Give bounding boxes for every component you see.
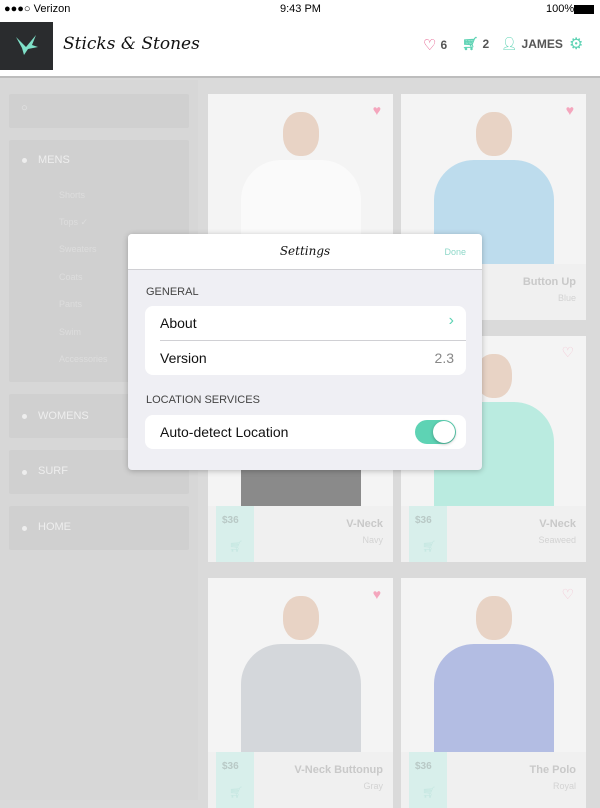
product-name: V-Neck Buttonup (294, 764, 383, 776)
product-price: $36 (415, 515, 432, 526)
version-label: Version (160, 350, 207, 366)
bullet-icon (22, 414, 27, 419)
auto-detect-toggle[interactable] (415, 420, 456, 444)
version-value: 2.3 (434, 350, 454, 366)
bird-logo-icon (15, 35, 38, 55)
product-name: V-Neck (346, 518, 383, 530)
favorites-button[interactable]: ♡ 6 (423, 36, 447, 54)
section-header-general: GENERAL (146, 286, 199, 298)
cart-icon: 🛒︎ (422, 541, 436, 553)
cart-count: 2 (482, 37, 490, 51)
battery-icon (574, 5, 594, 14)
subcategory-accessories[interactable]: Accessories (59, 354, 108, 364)
check-icon: ✓ (80, 217, 89, 227)
add-to-cart-button[interactable]: $36 🛒︎ (409, 506, 447, 562)
product-color: Royal (552, 781, 576, 791)
heart-icon[interactable]: ♥ (373, 586, 381, 602)
heart-icon[interactable]: ♥ (373, 102, 381, 118)
product-color: Navy (362, 535, 383, 545)
search-icon: ○ (21, 102, 28, 114)
gear-icon[interactable]: ⚙ (569, 34, 583, 54)
logo[interactable] (0, 22, 53, 70)
cart-icon: 🛒︎ (462, 36, 479, 51)
product-price: $36 (222, 761, 239, 772)
user-name: JAMES (521, 37, 563, 51)
product-card[interactable]: ♡ $36 🛒︎ The Polo Royal (401, 578, 586, 808)
favorites-count: 6 (440, 38, 448, 52)
about-label: About (160, 315, 197, 331)
product-card[interactable]: ♥ $36 🛒︎ V-Neck Buttonup Gray (208, 578, 393, 808)
app-header: Sticks & Stones ♡ 6 🛒︎ 2 👤︎ JAMES ⚙ (0, 20, 600, 78)
heart-icon: ♡ (423, 37, 437, 54)
product-name: The Polo (529, 764, 576, 776)
carrier: ●●●○ Verizon (4, 3, 71, 15)
auto-detect-row: Auto-detect Location (145, 415, 466, 449)
status-bar: ●●●○ Verizon 9:43 PM 100% (0, 0, 600, 20)
settings-modal: Settings Done GENERAL About › Version 2.… (128, 234, 482, 470)
product-color: Blue (557, 293, 576, 303)
subcategory-sweaters[interactable]: Sweaters (59, 244, 97, 254)
category-label: SURF (38, 465, 68, 477)
brand-name: Sticks & Stones (63, 34, 200, 54)
location-group: Auto-detect Location (145, 415, 466, 449)
about-row[interactable]: About › (145, 306, 466, 340)
heart-icon[interactable]: ♡ (561, 344, 574, 361)
clock: 9:43 PM (280, 3, 321, 15)
bullet-icon (22, 470, 27, 475)
cart-icon: 🛒︎ (229, 787, 243, 799)
product-info: $36 🛒︎ V-Neck Navy (208, 506, 393, 562)
battery-percent: 100% (546, 3, 575, 15)
product-info: $36 🛒︎ V-Neck Seaweed (401, 506, 586, 562)
product-color: Gray (363, 781, 383, 791)
search-input[interactable]: ○ (9, 94, 189, 128)
auto-detect-label: Auto-detect Location (160, 424, 289, 440)
cart-icon: 🛒︎ (229, 541, 243, 553)
heart-icon[interactable]: ♥ (566, 102, 574, 118)
product-name: V-Neck (539, 518, 576, 530)
add-to-cart-button[interactable]: $36 🛒︎ (216, 506, 254, 562)
subcategory-coats[interactable]: Coats (59, 272, 83, 282)
subcategory-shorts[interactable]: Shorts (59, 190, 85, 200)
category-label: WOMENS (38, 410, 89, 422)
cart-button[interactable]: 🛒︎ 2 (462, 36, 489, 52)
bullet-icon (22, 158, 27, 163)
bullet-icon (22, 526, 27, 531)
heart-icon[interactable]: ♡ (561, 586, 574, 603)
done-button[interactable]: Done (444, 247, 466, 257)
subcategory-pants[interactable]: Pants (59, 299, 82, 309)
category-label: HOME (38, 521, 71, 533)
subcategory-tops[interactable]: Tops ✓ (59, 217, 88, 228)
product-color: Seaweed (538, 535, 576, 545)
modal-title: Settings (279, 244, 331, 258)
general-group: About › Version 2.3 (145, 306, 466, 375)
chevron-right-icon: › (448, 312, 454, 329)
cart-icon: 🛒︎ (422, 787, 436, 799)
product-name: Button Up (522, 276, 576, 288)
product-price: $36 (415, 761, 432, 772)
modal-title-bar: Settings Done (128, 234, 482, 270)
category-label[interactable]: MENS (38, 154, 70, 166)
user-icon: 👤︎ (501, 36, 518, 51)
user-button[interactable]: 👤︎ JAMES (501, 36, 563, 52)
toggle-knob (433, 421, 455, 443)
product-price: $36 (222, 515, 239, 526)
version-row: Version 2.3 (145, 341, 466, 375)
subcategory-swim[interactable]: Swim (59, 327, 81, 337)
subcategory-label: Tops (59, 217, 79, 227)
sidebar-item-home[interactable] (9, 506, 189, 550)
section-header-location: LOCATION SERVICES (146, 394, 260, 406)
